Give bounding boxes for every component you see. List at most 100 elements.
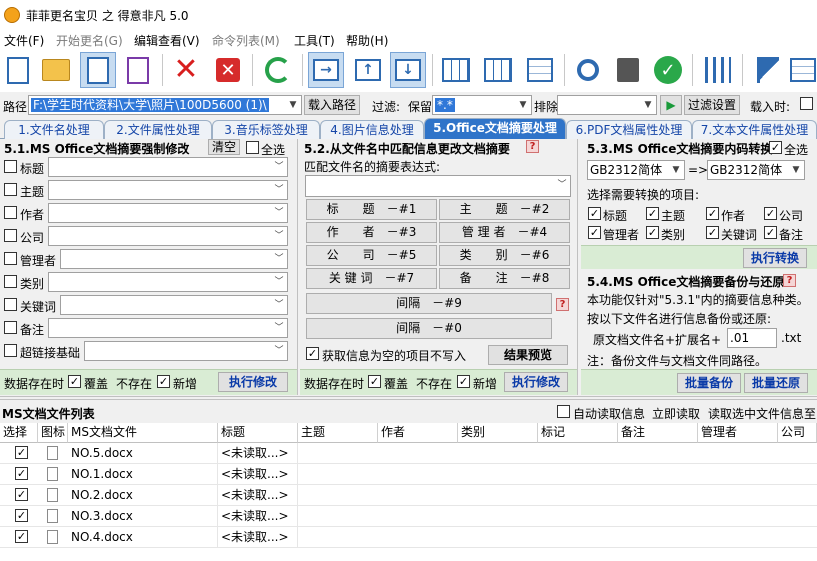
field-input[interactable]: ﹀	[48, 203, 288, 223]
convert-author-checkbox[interactable]: ✓	[706, 207, 719, 220]
convert-keywords-checkbox[interactable]: ✓	[706, 226, 719, 239]
table-row[interactable]: ✓ NO.4.docx <未读取...>	[0, 527, 817, 548]
checklist-button[interactable]	[522, 52, 558, 88]
path-combo[interactable]: F:\学生时代资料\大学\照片\100D5600 (1)\ ▼	[28, 95, 302, 115]
regex-combo[interactable]: ﹀	[305, 175, 571, 197]
tab-text-attributes[interactable]: 7.文本文件属性处理	[692, 120, 817, 139]
to-encoding-select[interactable]: GB2312简体 ▼	[707, 160, 805, 180]
row-checkbox[interactable]: ✓	[15, 446, 28, 459]
table-row[interactable]: ✓ NO.2.docx <未读取...>	[0, 485, 817, 506]
clear-button[interactable]: ✕	[210, 52, 246, 88]
exclude-combo[interactable]: ▼	[557, 95, 657, 115]
chevron-down-icon[interactable]: ▼	[285, 96, 301, 114]
field-input[interactable]: ﹀	[48, 226, 288, 246]
tab-file-attributes[interactable]: 2.文件属性处理	[104, 120, 212, 139]
chevron-down-icon[interactable]: ▼	[515, 96, 531, 114]
batch-restore-button[interactable]: 批量还原	[744, 373, 808, 393]
field-input[interactable]: ﹀	[60, 249, 288, 269]
field-checkbox[interactable]	[4, 206, 17, 219]
column-header-subject[interactable]: 主题	[298, 423, 378, 443]
field-input[interactable]: ﹀	[84, 341, 288, 361]
field-input[interactable]: ﹀	[48, 180, 288, 200]
column-header-comments[interactable]: 备注	[618, 423, 698, 443]
keep-combo[interactable]: *.* ▼	[432, 95, 532, 115]
preview-button[interactable]: 结果预览	[488, 345, 568, 365]
field-checkbox[interactable]	[4, 229, 17, 242]
insert-author-button[interactable]: 作 者 －#3	[306, 222, 437, 243]
field-checkbox[interactable]	[4, 160, 17, 173]
menu-tools[interactable]: 工具(T)	[294, 32, 335, 49]
field-checkbox[interactable]	[4, 344, 17, 357]
splitter[interactable]	[0, 396, 817, 400]
column-left-button[interactable]	[438, 52, 474, 88]
add-checkbox[interactable]: ✓	[457, 375, 470, 388]
chevron-down-icon[interactable]: ﹀	[271, 273, 287, 291]
auto-read-checkbox[interactable]	[557, 405, 570, 418]
add-checkbox[interactable]: ✓	[157, 375, 170, 388]
tab-office-summary[interactable]: 5.Office文档摘要处理	[424, 118, 566, 139]
tab-pdf-attributes[interactable]: 6.PDF文档属性处理	[566, 120, 692, 139]
field-checkbox[interactable]	[4, 298, 17, 311]
menu-edit-view[interactable]: 编辑查看(V)	[134, 32, 200, 49]
help-icon[interactable]: ?	[556, 298, 569, 311]
menu-file[interactable]: 文件(F)	[4, 32, 44, 49]
chevron-down-icon[interactable]: ﹀	[271, 319, 287, 337]
tab-music-tags[interactable]: 3.音乐标签处理	[212, 120, 320, 139]
insert-category-button[interactable]: 类 别 －#6	[439, 245, 570, 266]
skip-empty-checkbox[interactable]: ✓	[306, 347, 319, 360]
chevron-down-icon[interactable]: ﹀	[554, 176, 570, 194]
new-file-button[interactable]	[0, 52, 36, 88]
convert-title-checkbox[interactable]: ✓	[588, 207, 601, 220]
insert-comments-button[interactable]: 备 注 －#8	[439, 268, 570, 289]
load-time-checkbox[interactable]	[800, 97, 813, 110]
field-input[interactable]: ﹀	[48, 272, 288, 292]
field-input[interactable]: ﹀	[48, 318, 288, 338]
import-button[interactable]	[80, 52, 116, 88]
execute-edit-button[interactable]: 执行修改	[504, 372, 568, 392]
move-top-button[interactable]: ↑	[350, 52, 386, 88]
convert-company-checkbox[interactable]: ✓	[764, 207, 777, 220]
menu-start-rename[interactable]: 开始更名(G)	[56, 32, 123, 49]
column-header-category[interactable]: 类别	[458, 423, 538, 443]
table-row[interactable]: ✓ NO.1.docx <未读取...>	[0, 464, 817, 485]
execute-edit-button[interactable]: 执行修改	[218, 372, 288, 392]
help-icon[interactable]: ?	[526, 140, 539, 153]
column-header-select[interactable]: 选择	[0, 423, 38, 443]
settings-button[interactable]	[700, 52, 736, 88]
table-row[interactable]: ✓ NO.3.docx <未读取...>	[0, 506, 817, 527]
chevron-down-icon[interactable]: ▼	[788, 161, 804, 179]
load-path-button[interactable]: 载入路径	[304, 95, 360, 115]
chevron-down-icon[interactable]: ﹀	[271, 296, 287, 314]
insert-manager-button[interactable]: 管 理 者 －#4	[439, 222, 570, 243]
row-checkbox[interactable]: ✓	[15, 530, 28, 543]
move-bottom-button[interactable]: ↓	[390, 52, 426, 88]
from-encoding-select[interactable]: GB2312简体 ▼	[587, 160, 685, 180]
chevron-down-icon[interactable]: ▼	[640, 96, 656, 114]
column-right-button[interactable]	[480, 52, 516, 88]
read-now-link[interactable]: 立即读取	[652, 405, 700, 422]
filter-settings-button[interactable]: 过滤设置	[684, 95, 740, 115]
column-header-title[interactable]: 标题	[218, 423, 298, 443]
field-input[interactable]: ﹀	[60, 295, 288, 315]
read-selected-link[interactable]: 读取选中文件信息至	[708, 405, 816, 422]
open-folder-button[interactable]	[38, 52, 74, 88]
insert-separator9-button[interactable]: 间隔 －#9	[306, 293, 552, 314]
trash-button[interactable]	[610, 52, 646, 88]
convert-category-checkbox[interactable]: ✓	[646, 226, 659, 239]
apply-filter-button[interactable]: ▶	[660, 95, 682, 115]
column-header-icon[interactable]: 图标	[38, 423, 68, 443]
select-all-checkbox[interactable]: ✓	[769, 141, 782, 154]
list-view-button[interactable]	[788, 52, 817, 88]
column-header-company[interactable]: 公司	[778, 423, 817, 443]
backup-extension-input[interactable]: .01	[727, 328, 777, 348]
confirm-button[interactable]: ✓	[650, 52, 686, 88]
column-header-manager[interactable]: 管理者	[698, 423, 778, 443]
execute-convert-button[interactable]: 执行转换	[743, 248, 807, 268]
column-header-filename[interactable]: MS文档文件	[68, 423, 218, 443]
table-row[interactable]: ✓ NO.5.docx <未读取...>	[0, 443, 817, 464]
menu-help[interactable]: 帮助(H)	[346, 32, 388, 49]
convert-comments-checkbox[interactable]: ✓	[764, 226, 777, 239]
delete-button[interactable]: ✕	[168, 52, 204, 88]
save-list-button[interactable]	[120, 52, 156, 88]
row-checkbox[interactable]: ✓	[15, 509, 28, 522]
